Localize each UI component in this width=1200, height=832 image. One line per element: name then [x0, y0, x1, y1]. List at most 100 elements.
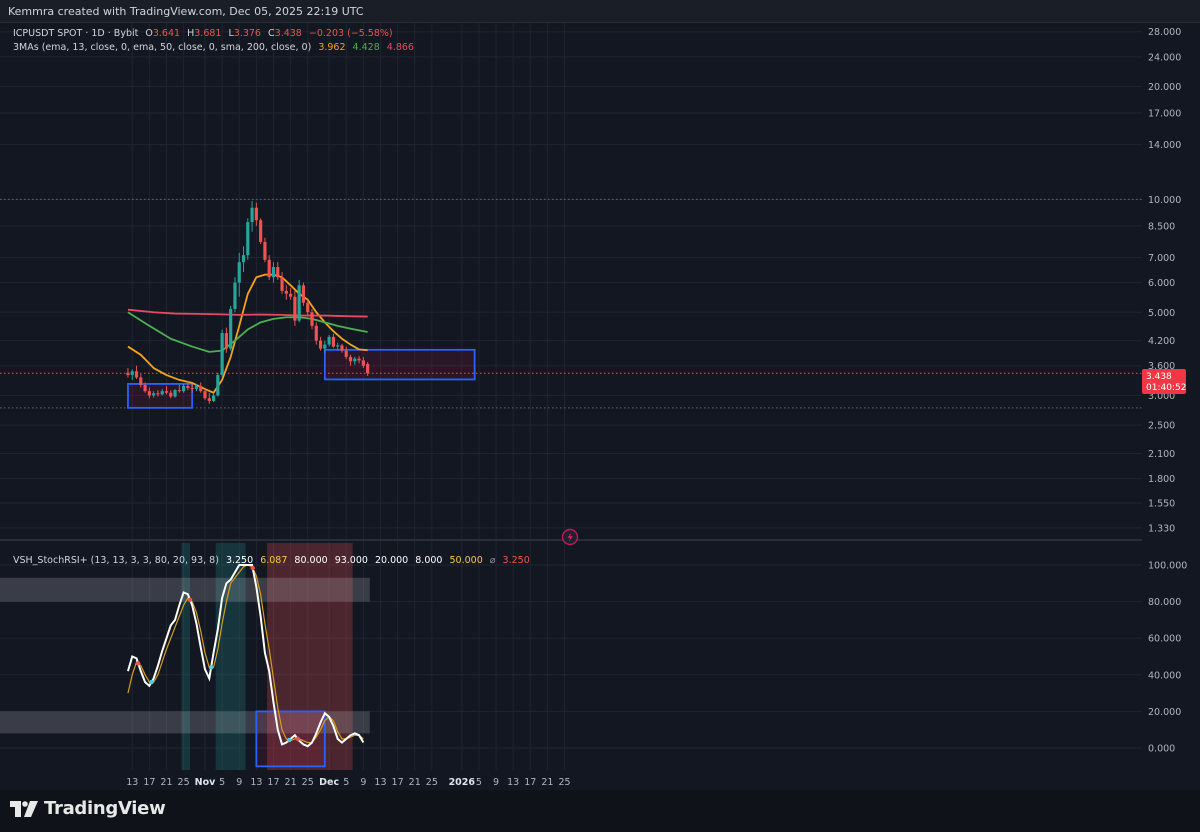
symbol-label[interactable]: ICPUSDT SPOT · 1D · Bybit [13, 28, 138, 39]
candle-body [216, 375, 220, 396]
ma-indicator-label[interactable]: 3MAs (ema, 13, close, 0, ema, 50, close,… [13, 42, 311, 53]
candle-body [327, 336, 331, 345]
open-label: O [145, 28, 153, 39]
time-tick-label: 13 [126, 777, 138, 788]
time-tick-label: 13 [507, 777, 519, 788]
osc-value-9: 3.250 [502, 555, 530, 566]
candle-body [318, 340, 323, 349]
osc-value-8: ⌀ [489, 555, 496, 566]
header-bar: Kemmra created with TradingView.com, Dec… [0, 0, 1200, 23]
candle-body [134, 371, 139, 378]
price-tick-label: 1.800 [1148, 474, 1175, 485]
osc-tick-label: 0.000 [1148, 744, 1175, 755]
candle-body [259, 220, 263, 242]
candle-body [366, 363, 370, 374]
cross-marker [208, 665, 214, 670]
price-tick-label: 6.000 [1148, 278, 1175, 289]
tradingview-logo-icon [10, 800, 38, 817]
price-tick-label: 14.000 [1148, 140, 1181, 151]
close-label: C [268, 28, 275, 39]
candle-body [182, 385, 186, 392]
candle-body [199, 385, 203, 392]
tradingview-logo[interactable]: TradingView [10, 798, 166, 819]
time-tick-label: 25 [302, 777, 314, 788]
price-badge-countdown: 01:40:52 [1146, 383, 1186, 393]
time-tick-label: 9 [493, 777, 499, 788]
candle-body [220, 333, 224, 376]
time-tick-label: 17 [392, 777, 404, 788]
candle-body [203, 391, 207, 399]
time-tick-label: 9 [236, 777, 242, 788]
candle-body [147, 391, 151, 396]
change-value: −0.203 (−5.58%) [308, 28, 393, 39]
footer: TradingView [0, 790, 1200, 832]
candle-body [164, 391, 169, 393]
candle-body [310, 312, 314, 326]
time-tick-label: 21 [285, 777, 297, 788]
price-axis[interactable]: 28.000 24.000 20.000 17.000 14.000 10.000 8.50… [1142, 23, 1200, 790]
time-tick-label: 5 [343, 777, 349, 788]
ema13-value: 3.962 [318, 42, 346, 53]
candle-body [246, 222, 250, 256]
time-tick-label: 25 [178, 777, 190, 788]
osc-value-5: 20.000 [374, 555, 409, 566]
ma-line-sma200 [127, 308, 368, 318]
candle-body [276, 267, 280, 278]
time-tick-label: 21 [160, 777, 172, 788]
osc-tick-label: 100.000 [1148, 560, 1187, 571]
osc-value-7: 50.000 [449, 555, 483, 566]
chart-svg[interactable]: 28.000 24.000 20.000 17.000 14.000 10.000 8.50… [0, 23, 1200, 790]
candle-body [229, 309, 233, 349]
time-tick-label: 21 [409, 777, 421, 788]
candle-body [306, 302, 310, 313]
time-axis[interactable]: 13 17 21 25 Nov 5 9 13 17 21 25 Dec 5 9 13 17 21 25 2026 5 9… [126, 777, 570, 788]
candle-body [314, 325, 318, 341]
ohlc-open: O3.641 [145, 28, 180, 39]
price-tick-label: 17.000 [1148, 108, 1181, 119]
candle-body [190, 388, 194, 390]
ohlc-low: L3.376 [228, 28, 261, 39]
candle-body [211, 395, 216, 401]
ma-line-ema50 [127, 311, 368, 353]
cross-marker [286, 737, 292, 743]
price-tick-label: 7.000 [1148, 253, 1175, 264]
candle-body [297, 285, 301, 321]
osc-value-1: 3.250 [225, 555, 254, 566]
oscillator-band [0, 577, 370, 602]
candle-body [323, 344, 327, 349]
alert-icon[interactable] [561, 528, 579, 546]
candle-body [194, 385, 199, 390]
time-tick-label: 5 [476, 777, 482, 788]
candle-body [250, 207, 254, 223]
time-tick-label: 25 [558, 777, 570, 788]
osc-value-4: 93.000 [334, 555, 368, 566]
time-tick-label: 9 [360, 777, 366, 788]
ema50-value: 4.428 [352, 42, 380, 53]
price-tick-label: 24.000 [1148, 52, 1181, 63]
candle-body [280, 277, 284, 291]
osc-tick-label: 80.000 [1148, 597, 1181, 608]
candle-body [233, 282, 237, 310]
time-tick-label: 17 [524, 777, 536, 788]
chart-area[interactable]: 28.000 24.000 20.000 17.000 14.000 10.000 8.50… [0, 23, 1200, 790]
osc-tick-label: 20.000 [1148, 707, 1181, 718]
candle-body [344, 350, 348, 357]
cross-marker [149, 679, 154, 685]
time-tick-label: 13 [250, 777, 262, 788]
price-badge: 3.438 01:40:52 [1142, 369, 1186, 394]
high-value: 3.681 [194, 28, 222, 39]
ohlc-close: C3.438 [268, 28, 302, 39]
candle-body [348, 356, 353, 362]
price-tick-label: 2.100 [1148, 449, 1175, 460]
price-tick-label: 5.000 [1148, 308, 1175, 319]
candle-body [152, 393, 156, 396]
price-tick-label: 1.550 [1148, 498, 1175, 509]
candle-body [237, 262, 241, 283]
oscillator-label[interactable]: VSH_StochRSI+ (13, 13, 3, 3, 80, 20, 93,… [13, 555, 219, 566]
price-tick-label: 1.330 [1148, 523, 1175, 534]
osc-value-6: 8.000 [415, 555, 443, 566]
candle-body [160, 391, 164, 395]
sma200-value: 4.866 [386, 42, 414, 53]
oscillator-shade [215, 543, 225, 770]
candle-body [177, 390, 181, 392]
